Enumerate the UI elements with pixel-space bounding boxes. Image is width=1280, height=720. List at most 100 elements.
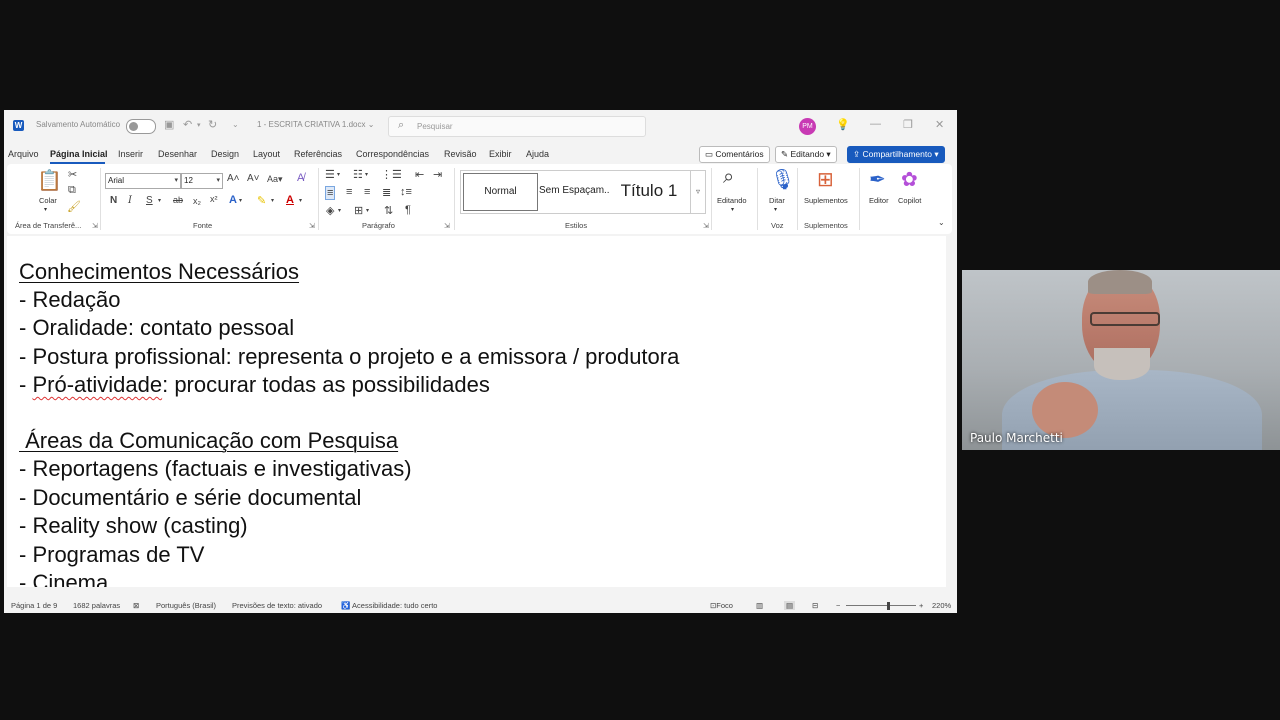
align-left-icon[interactable]: ≡ — [325, 186, 336, 200]
bullets-dropdown-icon[interactable]: ▾ — [337, 171, 340, 178]
styles-more-icon[interactable]: ▿ — [690, 171, 705, 213]
accessibility-status[interactable]: ♿ Acessibilidade: tudo certo — [341, 601, 437, 610]
shading-icon[interactable]: ◈ — [326, 204, 334, 217]
tab-exibir[interactable]: Exibir — [489, 149, 512, 159]
proofing-icon[interactable]: ⊠ — [133, 601, 139, 610]
style-no-spacing[interactable]: Sem Espaçam... — [539, 173, 609, 209]
editing-label[interactable]: Editando — [717, 196, 747, 205]
copilot-label[interactable]: Copilot — [898, 196, 921, 205]
copy-icon[interactable]: ⧉ — [68, 184, 76, 197]
document-page[interactable]: Conhecimentos Necessários - Redação - Or… — [7, 236, 946, 587]
search-input[interactable]: Pesquisar — [417, 122, 453, 131]
tab-inserir[interactable]: Inserir — [118, 149, 143, 159]
zoom-out-icon[interactable]: − — [836, 601, 840, 610]
text-effects-icon[interactable]: A — [229, 194, 237, 206]
numbering-dropdown-icon[interactable]: ▾ — [365, 171, 368, 178]
lightbulb-icon[interactable]: 💡 — [836, 118, 850, 131]
sort-icon[interactable]: ⇅ — [384, 204, 393, 217]
numbering-icon[interactable]: ☷ — [353, 168, 363, 181]
tab-ajuda[interactable]: Ajuda — [526, 149, 549, 159]
addins-label[interactable]: Suplementos — [804, 196, 848, 205]
language-status[interactable]: Português (Brasil) — [156, 601, 216, 610]
tab-revisao[interactable]: Revisão — [444, 149, 477, 159]
read-mode-icon[interactable]: ▥ — [756, 601, 763, 610]
paste-dropdown-icon[interactable]: ▾ — [44, 206, 47, 213]
underline-dropdown-icon[interactable]: ▾ — [158, 197, 161, 204]
redo-icon[interactable]: ↻ — [208, 118, 217, 131]
tab-pagina-inicial[interactable]: Página Inicial — [50, 149, 108, 159]
paste-icon[interactable]: 📋 — [37, 168, 62, 193]
tab-layout[interactable]: Layout — [253, 149, 280, 159]
tab-correspondencias[interactable]: Correspondências — [356, 149, 429, 159]
close-button[interactable]: ✕ — [935, 118, 944, 131]
shrink-font-icon[interactable]: A˅ — [247, 173, 260, 184]
spelling-error[interactable]: Pró-atividade — [32, 372, 162, 397]
editing-dropdown-icon[interactable]: ▾ — [731, 206, 734, 213]
bold-icon[interactable]: N — [110, 195, 117, 206]
style-normal[interactable]: Normal — [463, 173, 538, 211]
microphone-icon[interactable]: 🎙 — [770, 167, 795, 192]
page-count[interactable]: Página 1 de 9 — [11, 601, 57, 610]
clipboard-launcher-icon[interactable]: ⇲ — [92, 222, 98, 230]
editor-icon[interactable]: ✒ — [869, 167, 886, 192]
clear-formatting-icon[interactable]: A̸ — [297, 172, 304, 184]
change-case-icon[interactable]: Aa▾ — [267, 174, 283, 185]
vertical-scrollbar[interactable] — [946, 236, 957, 587]
customize-toolbar-icon[interactable]: ⌄ — [232, 120, 239, 129]
paragraph-launcher-icon[interactable]: ⇲ — [444, 222, 450, 230]
text-effects-dropdown-icon[interactable]: ▾ — [239, 197, 242, 204]
align-right-icon[interactable]: ≡ — [364, 186, 370, 198]
highlight-icon[interactable]: ✎ — [257, 194, 266, 207]
print-layout-icon[interactable]: ▤ — [784, 601, 796, 610]
font-color-icon[interactable]: A — [286, 194, 294, 206]
dictate-label[interactable]: Ditar — [769, 196, 785, 205]
font-color-dropdown-icon[interactable]: ▾ — [299, 197, 302, 204]
web-layout-icon[interactable]: ⊟ — [812, 601, 818, 610]
strikethrough-icon[interactable]: ab — [173, 195, 183, 205]
grow-font-icon[interactable]: A˄ — [227, 173, 240, 184]
minimize-button[interactable]: — — [870, 118, 881, 130]
line-spacing-icon[interactable]: ↕≡ — [400, 186, 412, 198]
save-icon[interactable]: ▣ — [164, 118, 174, 131]
addins-icon[interactable]: ⊞ — [817, 167, 834, 192]
comments-button[interactable]: ▭ Comentários — [699, 146, 770, 163]
tab-desenhar[interactable]: Desenhar — [158, 149, 197, 159]
subscript-icon[interactable]: x₂ — [193, 196, 201, 206]
restore-button[interactable]: ❐ — [903, 118, 913, 131]
document-name[interactable]: 1 - ESCRITA CRIATIVA 1.docx ⌄ — [257, 120, 374, 129]
style-title1[interactable]: Título 1 — [613, 173, 685, 209]
paste-label[interactable]: Colar — [39, 196, 57, 205]
tab-referencias[interactable]: Referências — [294, 149, 342, 159]
undo-icon[interactable]: ↶ — [183, 118, 192, 131]
font-family-select[interactable]: Arial ▾ — [105, 173, 181, 189]
borders-icon[interactable]: ⊞ — [354, 204, 363, 217]
zoom-in-icon[interactable]: + — [919, 601, 923, 610]
bullets-icon[interactable]: ☰ — [325, 168, 335, 181]
highlight-dropdown-icon[interactable]: ▾ — [271, 197, 274, 204]
format-painter-icon[interactable]: 🖌 — [67, 200, 81, 213]
tab-arquivo[interactable]: Arquivo — [8, 149, 39, 159]
italic-icon[interactable]: I — [128, 195, 132, 206]
copilot-icon[interactable]: ✿ — [901, 167, 918, 192]
decrease-indent-icon[interactable]: ⇤ — [415, 168, 424, 181]
user-avatar[interactable]: PM — [799, 118, 816, 135]
focus-mode-button[interactable]: ⊡Foco — [710, 601, 733, 610]
tab-design[interactable]: Design — [211, 149, 239, 159]
superscript-icon[interactable]: x² — [210, 194, 218, 204]
collapse-ribbon-icon[interactable]: ⌄ — [938, 218, 945, 227]
styles-launcher-icon[interactable]: ⇲ — [703, 222, 709, 230]
editor-label[interactable]: Editor — [869, 196, 889, 205]
shading-dropdown-icon[interactable]: ▾ — [338, 207, 341, 214]
multilevel-list-icon[interactable]: ⋮☰ — [381, 168, 402, 181]
dictate-dropdown-icon[interactable]: ▾ — [774, 206, 777, 213]
underline-icon[interactable]: S — [146, 195, 153, 206]
share-button[interactable]: ⇪ Compartilhamento ▾ — [847, 146, 945, 163]
editing-mode-button[interactable]: ✎ Editando ▾ — [775, 146, 837, 163]
word-count[interactable]: 1682 palavras — [73, 601, 120, 610]
justify-icon[interactable]: ≣ — [382, 186, 391, 199]
search-box[interactable]: ⌕ Pesquisar — [388, 116, 646, 137]
zoom-level[interactable]: 220% — [932, 601, 951, 610]
text-predictions-status[interactable]: Previsões de texto: ativado — [232, 601, 322, 610]
zoom-slider-thumb[interactable] — [887, 602, 890, 610]
cut-icon[interactable]: ✂ — [68, 168, 77, 181]
